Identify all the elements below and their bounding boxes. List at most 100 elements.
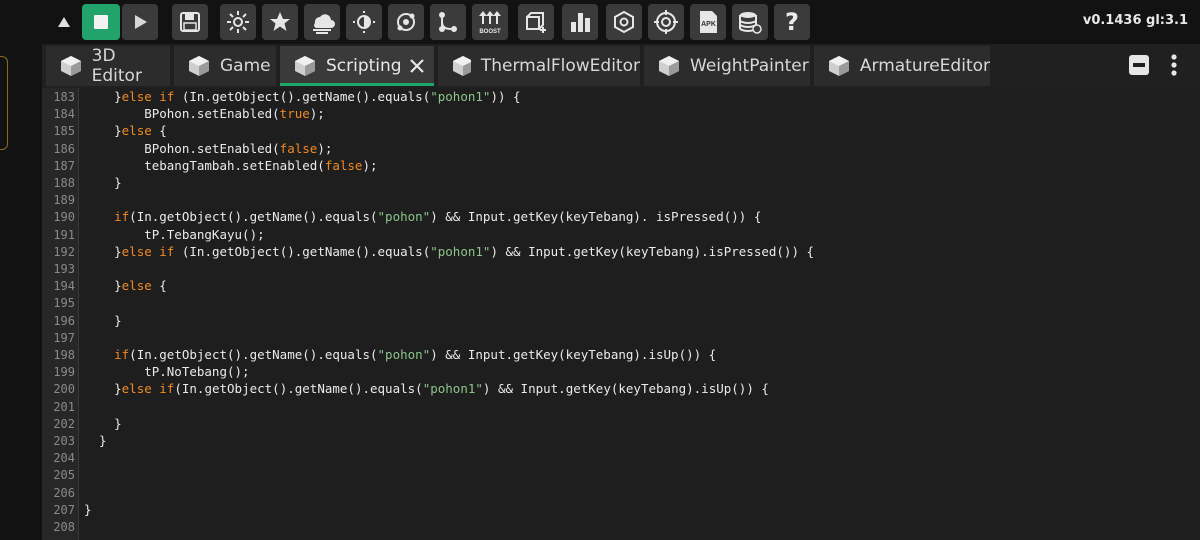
add-cube-icon: [526, 12, 546, 33]
cube-icon: [453, 56, 471, 76]
apk-label: APK: [701, 21, 716, 28]
code-line[interactable]: }else if (In.getObject().getName().equal…: [84, 89, 520, 104]
line-number: 188: [53, 176, 75, 190]
line-number: 184: [53, 107, 75, 122]
code-line[interactable]: if(In.getObject().getName().equals("poho…: [84, 347, 716, 362]
line-number: 204: [53, 451, 75, 466]
database-button[interactable]: [732, 4, 768, 40]
code-line[interactable]: tP.TebangKayu();: [84, 227, 264, 242]
cloud-icon: [313, 14, 335, 34]
panel-drag-handle[interactable]: [0, 56, 8, 150]
export-apk-button[interactable]: APK: [690, 4, 726, 40]
brightness-button[interactable]: [346, 4, 382, 40]
line-number: 198: [53, 348, 75, 362]
line-number: 208: [53, 520, 75, 534]
favorites-button[interactable]: [262, 4, 298, 40]
line-number: 183: [53, 90, 75, 104]
triangle-up-icon: [58, 17, 70, 27]
cube-icon: [659, 56, 679, 76]
tab-label: ArmatureEditor: [859, 56, 990, 76]
physics-button[interactable]: [388, 4, 424, 40]
tab-game[interactable]: Game: [174, 46, 276, 86]
code-area[interactable]: }else if (In.getObject().getName().equal…: [84, 88, 1194, 540]
line-number-gutter: 183 184 185 186 187 188 189 190 191 192 193 194 195 1…: [42, 88, 79, 540]
stop-icon: [94, 15, 108, 29]
code-line[interactable]: }else {: [84, 278, 167, 293]
add-object-button[interactable]: [518, 4, 554, 40]
sun-light-icon: [227, 11, 249, 33]
more-options-button[interactable]: [1168, 53, 1180, 79]
minus-icon: [1133, 63, 1145, 67]
code-line[interactable]: }else if(In.getObject().getName().equals…: [84, 381, 769, 396]
nodes-button[interactable]: [430, 4, 466, 40]
line-number: 192: [53, 244, 75, 259]
package-button[interactable]: [606, 4, 642, 40]
tab-label: WeightPainter: [690, 56, 809, 76]
tab-label: Scripting: [326, 56, 402, 76]
apk-file-icon: APK: [700, 11, 717, 33]
code-line[interactable]: if(In.getObject().getName().equals("poho…: [84, 209, 761, 224]
version-label: v0.1436 gl:3.1: [1082, 13, 1188, 28]
tab-armature-editor[interactable]: ArmatureEditor: [814, 46, 990, 86]
tab-label: 3D Editor: [91, 46, 142, 86]
vertical-dots-icon: [1171, 54, 1177, 76]
cube-icon: [829, 56, 849, 76]
environment-button[interactable]: [304, 4, 340, 40]
code-line[interactable]: }: [84, 175, 122, 190]
cube-icon: [189, 56, 209, 76]
code-line[interactable]: tP.NoTebang();: [84, 364, 249, 379]
code-line[interactable]: tebangTambah.setEnabled(false);: [84, 158, 377, 173]
stop-button[interactable]: [82, 4, 120, 40]
left-panel-strip: [0, 0, 42, 540]
line-number: 207: [53, 502, 75, 517]
boost-label: BOOST: [479, 29, 501, 35]
light-button[interactable]: [220, 4, 256, 40]
tab-label: ThermalFlowEditor: [480, 56, 640, 76]
code-line[interactable]: BPohon.setEnabled(false);: [84, 141, 332, 156]
code-line[interactable]: }: [84, 433, 107, 448]
code-line[interactable]: }: [84, 416, 122, 431]
toolbar: BOOST APK ? v0.1436 gl:3.1: [42, 0, 1200, 44]
bar-chart-icon: [571, 13, 590, 32]
tab-3d-editor[interactable]: 3D Editor: [46, 46, 170, 86]
line-number: 197: [53, 330, 75, 345]
line-number: 206: [53, 485, 75, 500]
close-tab-icon[interactable]: [408, 57, 426, 75]
line-number: 193: [53, 262, 75, 276]
line-number: 203: [53, 434, 75, 448]
line-number: 194: [53, 279, 75, 294]
code-line[interactable]: }else if (In.getObject().getName().equal…: [84, 244, 814, 259]
line-number: 199: [53, 365, 75, 380]
code-editor[interactable]: 183 184 185 186 187 188 189 190 191 192 193 194 195 1…: [42, 88, 1200, 540]
line-number: 186: [53, 141, 75, 156]
target-button[interactable]: [648, 4, 684, 40]
brightness-icon: [353, 11, 375, 33]
tab-scripting[interactable]: Scripting: [280, 46, 434, 86]
node-graph-icon: [439, 12, 457, 32]
save-button[interactable]: [172, 4, 208, 40]
line-number: 201: [53, 399, 75, 414]
tab-thermal-flow-editor[interactable]: ThermalFlowEditor: [438, 46, 640, 86]
tab-label: Game: [220, 56, 271, 76]
minimize-panel-button[interactable]: [1129, 55, 1149, 75]
line-number: 202: [53, 416, 75, 431]
cube-icon: [295, 56, 315, 76]
code-line[interactable]: }: [84, 313, 122, 328]
tab-bar: 3D Editor Game Scripting ThermalFlowEdit…: [42, 44, 1200, 88]
help-button[interactable]: ?: [774, 4, 810, 40]
statistics-button[interactable]: [562, 4, 598, 40]
active-tab-indicator: [280, 83, 434, 86]
line-number: 185: [53, 124, 75, 139]
line-number: 190: [53, 210, 75, 225]
play-button[interactable]: [122, 4, 158, 40]
code-line[interactable]: }: [84, 502, 92, 517]
tab-weight-painter[interactable]: WeightPainter: [644, 46, 810, 86]
collapse-toolbar-button[interactable]: [50, 4, 78, 40]
play-icon: [135, 15, 147, 29]
star-icon: [270, 12, 290, 31]
code-line[interactable]: BPohon.setEnabled(true);: [84, 106, 325, 121]
code-line[interactable]: }else {: [84, 123, 167, 138]
boost-button[interactable]: BOOST: [472, 4, 508, 40]
line-number: 189: [53, 193, 75, 208]
line-number: 196: [53, 313, 75, 328]
